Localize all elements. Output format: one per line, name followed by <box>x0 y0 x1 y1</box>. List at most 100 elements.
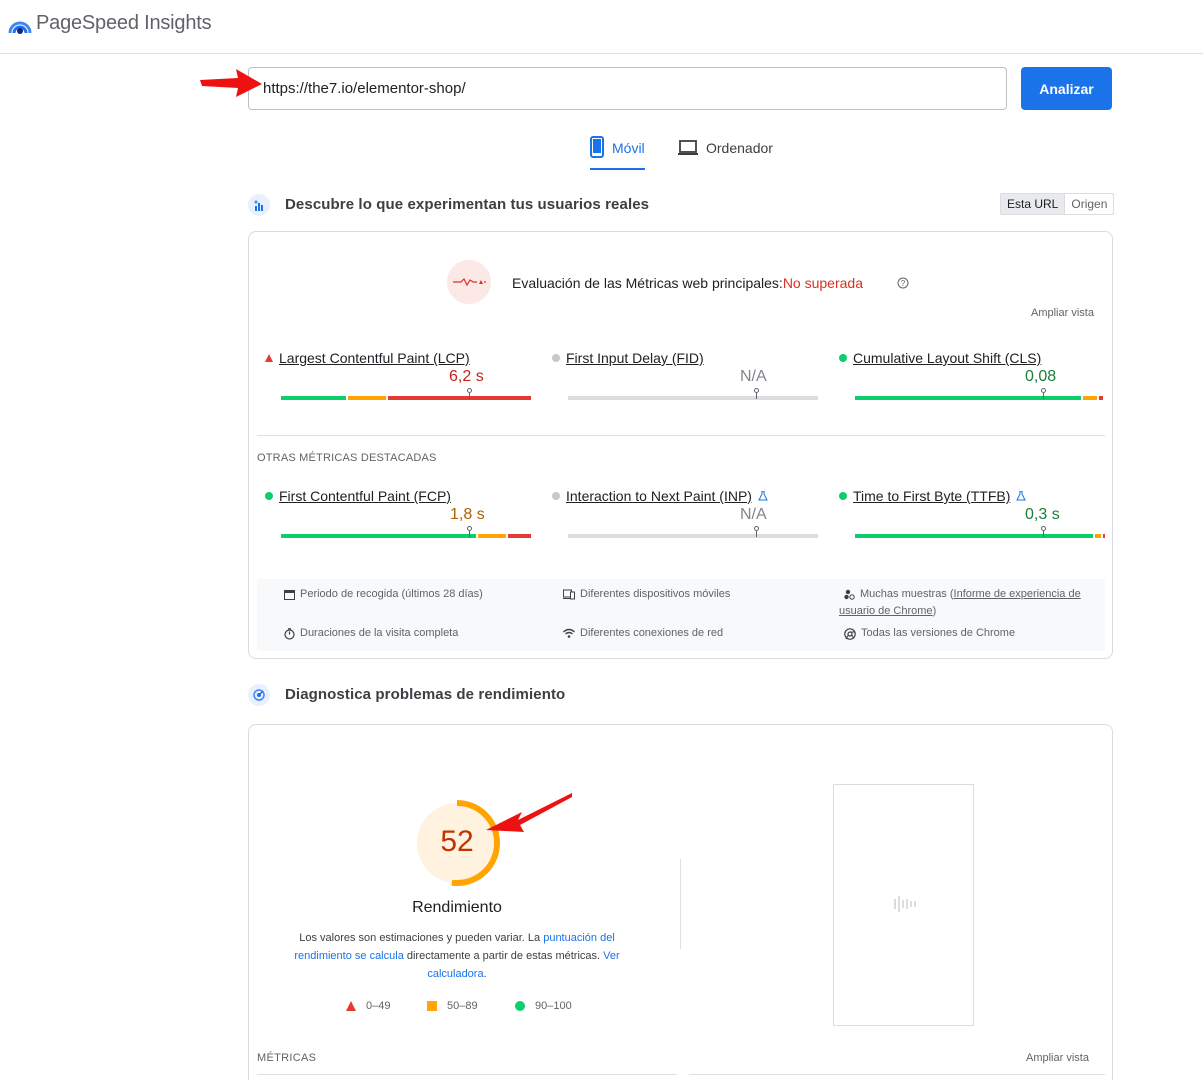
scope-origin[interactable]: Origen <box>1065 194 1113 214</box>
legend-good-range: 90–100 <box>535 1000 572 1012</box>
info-versions: Todas las versiones de Chrome <box>844 625 1015 642</box>
top-bar: PageSpeed Insights <box>0 0 1203 54</box>
field-data-card: Evaluación de las Métricas web principal… <box>248 231 1113 659</box>
metric-fid-marker <box>753 388 759 400</box>
diagnostics-icon <box>248 684 270 706</box>
metric-cls-marker <box>1040 388 1046 400</box>
metric-inp-name[interactable]: Interaction to Next Paint (INP) <box>566 488 752 504</box>
legend-good: 90–100 <box>515 1000 572 1012</box>
cwv-assessment-icon <box>447 260 491 304</box>
metric-lcp-distribution <box>281 396 531 400</box>
legend-average: 50–89 <box>427 1000 478 1012</box>
analyze-button[interactable]: Analizar <box>1021 67 1112 110</box>
tab-mobile[interactable]: Móvil <box>590 136 645 170</box>
tab-desktop-label: Ordenador <box>706 140 773 156</box>
red-arrow-annotation <box>486 793 572 832</box>
good-dot-icon <box>839 492 847 500</box>
info-durations: Duraciones de la visita completa <box>284 625 458 642</box>
metric-ttfb-value: 0,3 s <box>1025 506 1060 523</box>
samples-icon <box>844 589 855 600</box>
stopwatch-icon <box>284 628 295 640</box>
poor-triangle-icon <box>265 354 273 362</box>
info-samples-cont: usuario de Chrome) <box>839 603 936 620</box>
lab-expand-view-link[interactable]: Ampliar vista <box>1026 1052 1089 1064</box>
metric-fcp-marker <box>466 526 472 538</box>
wifi-icon <box>563 628 575 638</box>
legend-poor: 0–49 <box>346 1000 390 1012</box>
tab-mobile-label: Móvil <box>612 140 645 156</box>
vertical-separator <box>680 859 681 949</box>
info-connections: Diferentes conexiones de red <box>563 625 723 642</box>
metric-fid-value: N/A <box>740 368 767 385</box>
loading-bars-icon <box>894 896 916 912</box>
performance-description: Los valores son estimaciones y pueden va… <box>289 929 625 983</box>
cwv-assessment-status: No superada <box>782 275 863 291</box>
metric-ttfb-marker <box>1040 526 1046 538</box>
metrics-divider-left <box>257 1074 677 1075</box>
section-divider <box>257 435 1105 436</box>
scope-toggle: Esta URL Origen <box>1000 193 1115 215</box>
lab-data-card: 52 Rendimiento Los valores son estimacio… <box>248 724 1113 1080</box>
no-data-dot-icon <box>552 492 560 500</box>
field-section-title: Descubre lo que experimentan tus usuario… <box>285 196 650 213</box>
legend-average-range: 50–89 <box>447 1000 478 1012</box>
metric-inp-value: N/A <box>740 506 767 523</box>
flask-icon <box>1016 491 1027 501</box>
tab-desktop[interactable]: Ordenador <box>678 136 773 170</box>
app-title[interactable]: PageSpeed Insights <box>36 12 212 35</box>
metric-cls-value: 0,08 <box>1025 368 1057 385</box>
metric-inp-distribution <box>568 534 818 538</box>
pagespeed-logo-icon[interactable] <box>8 14 32 36</box>
calendar-icon <box>284 590 295 600</box>
performance-label: Rendimiento <box>412 899 502 916</box>
info-samples: Muchas muestras (Informe de experiencia … <box>844 586 1099 603</box>
metric-inp-marker <box>753 526 759 538</box>
legend-poor-range: 0–49 <box>366 1000 391 1012</box>
phone-icon <box>590 136 604 158</box>
average-square-icon <box>427 1001 437 1011</box>
screenshot-placeholder <box>833 784 974 1026</box>
metric-fcp-value: 1,8 s <box>450 506 485 523</box>
info-devices: Diferentes dispositivos móviles <box>563 586 730 603</box>
other-metrics-label: OTRAS MÉTRICAS DESTACADAS <box>257 452 437 464</box>
help-icon[interactable]: ? <box>897 277 909 289</box>
no-data-dot-icon <box>552 354 560 362</box>
metric-fcp-distribution <box>281 534 531 538</box>
metric-cls-distribution <box>855 396 1105 400</box>
metric-lcp-name[interactable]: Largest Contentful Paint (LCP) <box>279 350 470 366</box>
metric-cls-name[interactable]: Cumulative Layout Shift (CLS) <box>853 350 1041 366</box>
expand-view-link[interactable]: Ampliar vista <box>1031 307 1094 319</box>
info-connections-text: Diferentes conexiones de red <box>580 627 724 639</box>
good-dot-icon <box>265 492 273 500</box>
metric-fcp-name[interactable]: First Contentful Paint (FCP) <box>279 488 451 504</box>
laptop-icon <box>678 140 698 155</box>
cwv-assessment-label: Evaluación de las Métricas web principal… <box>512 275 783 291</box>
chrome-icon <box>844 628 856 640</box>
perf-desc-text-2: directamente a partir de estas métricas. <box>403 950 604 962</box>
cwv-assessment: Evaluación de las Métricas web principal… <box>512 275 863 291</box>
good-dot-icon <box>839 354 847 362</box>
url-input[interactable] <box>248 67 1007 110</box>
metric-ttfb-distribution <box>855 534 1105 538</box>
metric-fid-name[interactable]: First Input Delay (FID) <box>566 350 704 366</box>
devices-icon <box>563 589 575 600</box>
metric-lcp-value: 6,2 s <box>449 368 484 385</box>
info-samples-suffix: ) <box>932 605 937 617</box>
red-arrow-annotation <box>200 69 262 97</box>
metrics-divider-right <box>689 1074 1105 1075</box>
info-period-text: Periodo de recogida (últimos 28 días) <box>300 588 483 600</box>
info-devices-text: Diferentes dispositivos móviles <box>580 588 731 600</box>
crux-report-link-2[interactable]: usuario de Chrome <box>839 605 933 617</box>
info-period: Periodo de recogida (últimos 28 días) <box>284 586 483 603</box>
metric-ttfb-name[interactable]: Time to First Byte (TTFB) <box>853 488 1010 504</box>
metric-lcp-marker <box>466 388 472 400</box>
scope-this-url[interactable]: Esta URL <box>1001 194 1066 214</box>
flask-icon <box>758 491 768 501</box>
lab-section-title: Diagnostica problemas de rendimiento <box>285 686 566 703</box>
info-durations-text: Duraciones de la visita completa <box>300 627 459 639</box>
info-samples-prefix: Muchas muestras ( <box>860 588 954 600</box>
users-chart-icon <box>248 194 270 216</box>
crux-report-link[interactable]: Informe de experiencia de <box>954 588 1081 600</box>
metric-fid-distribution <box>568 396 818 400</box>
good-dot-icon <box>515 1001 525 1011</box>
